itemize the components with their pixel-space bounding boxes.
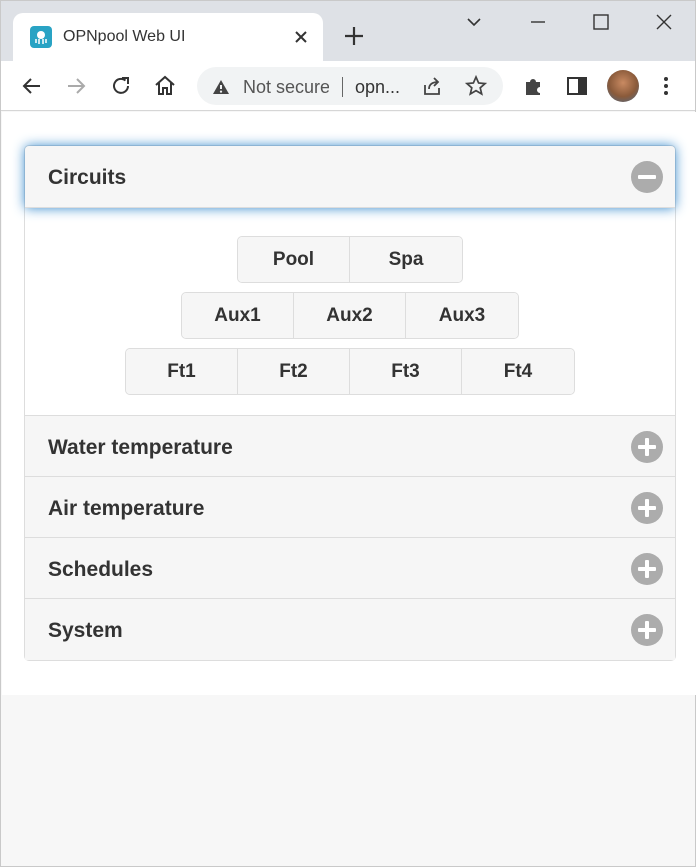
circuit-row-1: Pool Spa — [25, 236, 675, 283]
ft1-button[interactable]: Ft1 — [126, 349, 238, 394]
tab-search-icon[interactable] — [459, 9, 489, 35]
warning-icon[interactable] — [211, 77, 231, 97]
button-group: Ft1 Ft2 Ft3 Ft4 — [125, 348, 575, 395]
water-temperature-header[interactable]: Water temperature — [25, 416, 675, 477]
minus-circle-icon[interactable] — [631, 161, 663, 193]
spa-button[interactable]: Spa — [350, 237, 462, 282]
ft3-button[interactable]: Ft3 — [350, 349, 462, 394]
ft2-button[interactable]: Ft2 — [238, 349, 350, 394]
security-status[interactable]: Not secure — [243, 77, 329, 98]
profile-avatar[interactable] — [607, 70, 639, 102]
circuit-row-2: Aux1 Aux2 Aux3 — [25, 292, 675, 339]
air-temperature-header[interactable]: Air temperature — [25, 477, 675, 538]
home-icon[interactable] — [152, 73, 178, 99]
browser-tab[interactable]: OPNpool Web UI — [13, 13, 323, 61]
side-panel-icon[interactable] — [564, 73, 590, 99]
section-title: Water temperature — [48, 436, 233, 459]
maximize-icon[interactable] — [586, 9, 616, 35]
browser-toolbar: Not secure opn... — [1, 61, 695, 111]
back-icon[interactable] — [19, 73, 45, 99]
tab-title: OPNpool Web UI — [63, 28, 186, 45]
plus-circle-icon[interactable] — [631, 492, 663, 524]
bookmark-star-icon[interactable] — [465, 75, 487, 97]
ft4-button[interactable]: Ft4 — [462, 349, 574, 394]
aux3-button[interactable]: Aux3 — [406, 293, 518, 338]
extensions-icon[interactable] — [521, 73, 547, 99]
close-window-icon[interactable] — [649, 9, 679, 35]
pool-button[interactable]: Pool — [238, 237, 350, 282]
plus-circle-icon[interactable] — [631, 614, 663, 646]
aux1-button[interactable]: Aux1 — [182, 293, 294, 338]
system-header[interactable]: System — [25, 599, 675, 660]
section-title: Circuits — [48, 166, 127, 189]
url-text[interactable]: opn... — [355, 77, 400, 98]
forward-icon[interactable] — [63, 73, 89, 99]
favicon-icon — [30, 26, 52, 48]
button-group: Pool Spa — [237, 236, 463, 283]
new-tab-icon[interactable] — [341, 23, 367, 49]
plus-circle-icon[interactable] — [631, 553, 663, 585]
share-icon[interactable] — [421, 75, 443, 97]
section-title: Schedules — [48, 558, 154, 581]
button-group: Aux1 Aux2 Aux3 — [181, 292, 519, 339]
section-title: System — [48, 619, 123, 642]
minimize-icon[interactable] — [523, 9, 553, 35]
circuit-row-3: Ft1 Ft2 Ft3 Ft4 — [25, 348, 675, 395]
page-content: Circuits Pool Spa Aux1 Aux2 Aux3 Ft1 Ft2… — [2, 112, 696, 695]
schedules-header[interactable]: Schedules — [25, 538, 675, 599]
section-title: Air temperature — [48, 497, 205, 520]
browser-window: OPNpool Web UI Not secure opn... Circuit… — [0, 0, 696, 867]
tab-strip: OPNpool Web UI — [1, 1, 695, 61]
aux2-button[interactable]: Aux2 — [294, 293, 406, 338]
address-bar[interactable]: Not secure opn... — [197, 67, 503, 105]
plus-circle-icon[interactable] — [631, 431, 663, 463]
reload-icon[interactable] — [108, 73, 134, 99]
close-tab-icon[interactable] — [291, 27, 311, 47]
circuits-header[interactable]: Circuits — [25, 146, 675, 208]
omnibox-divider — [342, 77, 343, 97]
circuits-panel: Pool Spa Aux1 Aux2 Aux3 Ft1 Ft2 Ft3 Ft4 — [25, 208, 675, 416]
accordion: Circuits Pool Spa Aux1 Aux2 Aux3 Ft1 Ft2… — [24, 145, 676, 661]
more-menu-icon[interactable] — [653, 73, 679, 99]
